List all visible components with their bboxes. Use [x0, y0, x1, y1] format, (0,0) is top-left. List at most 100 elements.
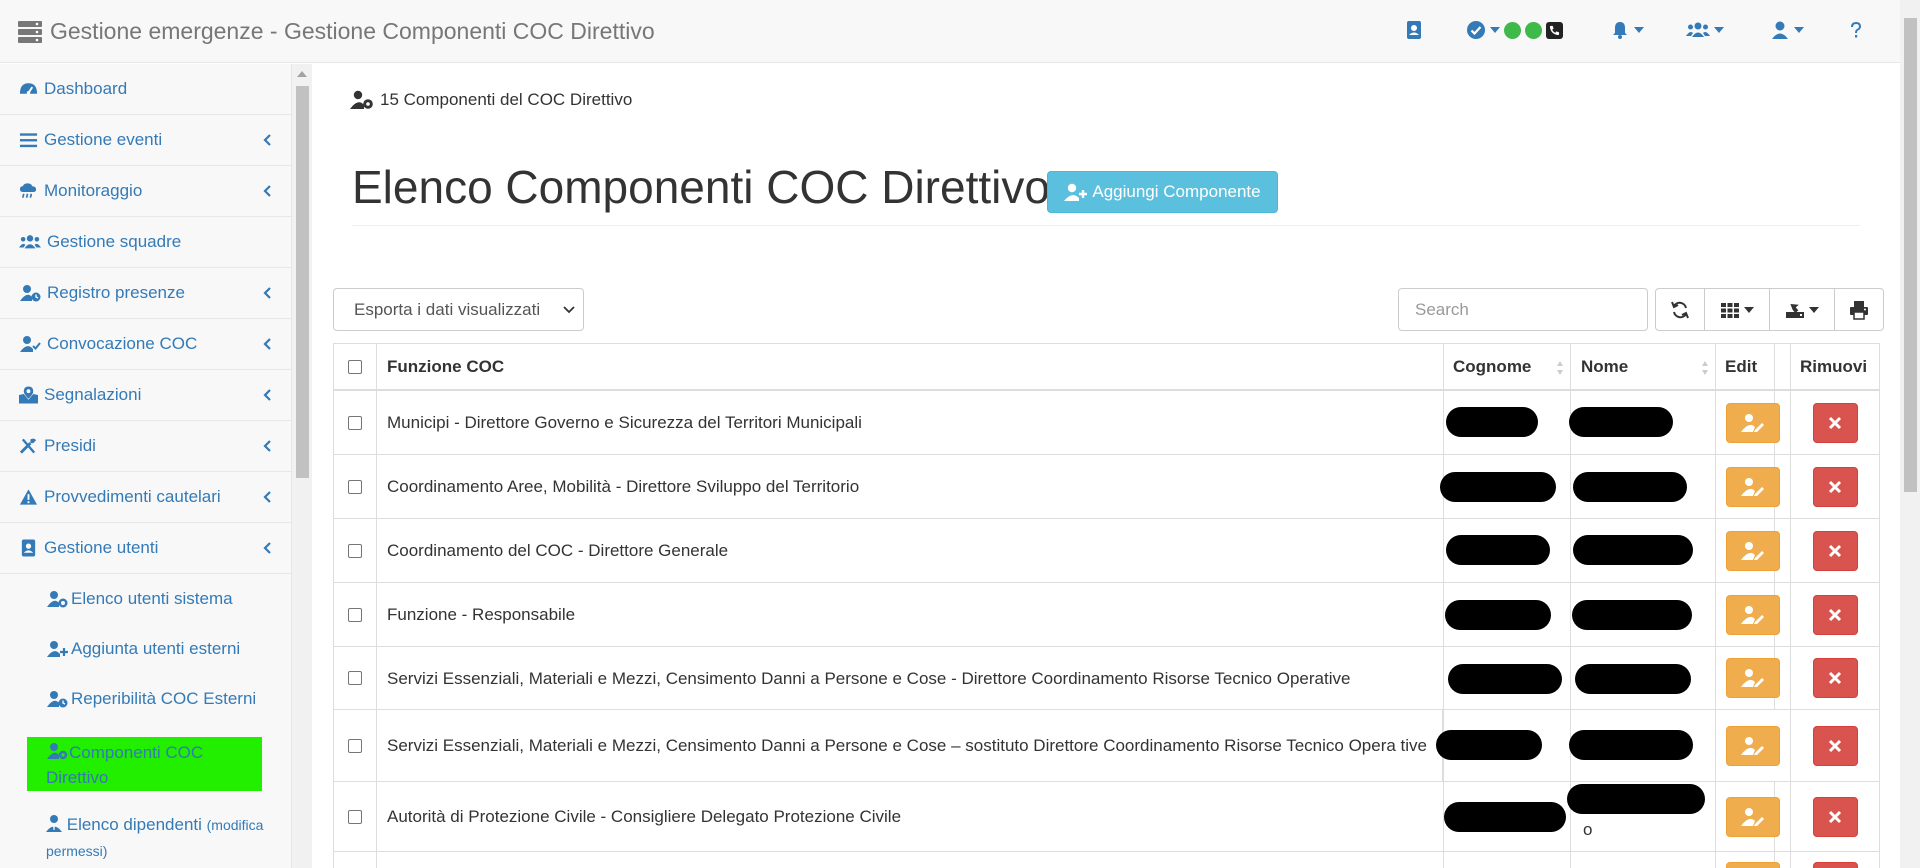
remove-button[interactable] [1812, 658, 1858, 698]
edit-button[interactable] [1726, 402, 1780, 443]
check-circle-icon [1467, 21, 1485, 39]
export-button[interactable] [1769, 288, 1835, 331]
edit-button[interactable] [1726, 530, 1780, 571]
header-nome[interactable]: Nome [1571, 344, 1716, 389]
sidebar-item-convocazione-coc[interactable]: Convocazione COC [0, 319, 292, 370]
select-all-checkbox[interactable] [348, 359, 362, 374]
table-row: Autorità di Protezione Civile - Consigli… [334, 782, 1879, 852]
user-edit-icon [1741, 477, 1764, 496]
row-checkbox-cell [334, 647, 377, 709]
scrollbar-thumb[interactable] [296, 86, 309, 478]
columns-toggle-button[interactable] [1704, 288, 1770, 331]
add-component-button[interactable]: Aggiungi Componente [1047, 171, 1278, 213]
breadcrumb-text: 15 Componenti del COC Direttivo [380, 90, 633, 109]
edit-cell [1716, 852, 1791, 868]
row-checkbox[interactable] [348, 415, 362, 430]
sidebar-scrollbar[interactable] [292, 64, 312, 868]
user-plus-icon [1064, 183, 1088, 201]
warning-icon [19, 489, 38, 505]
page-scrollbar[interactable] [1900, 0, 1920, 868]
header-cognome[interactable]: Cognome [1443, 344, 1571, 389]
chevron-left-icon [263, 185, 271, 197]
active-label-line1: Componenti COC [69, 743, 204, 762]
funzione-role: - Direttore Generale [573, 541, 729, 560]
status-dropdown[interactable] [1466, 20, 1563, 40]
remove-button[interactable] [1812, 402, 1858, 443]
remove-button[interactable] [1812, 862, 1858, 868]
scroll-up-arrow-icon[interactable] [297, 71, 307, 77]
nome-cell: o [1567, 782, 1716, 851]
redacted-nome [1569, 730, 1693, 760]
edit-button[interactable] [1726, 658, 1780, 698]
status-dot-icon [1504, 21, 1521, 39]
export-select[interactable]: Esporta i dati visualizzati [333, 288, 584, 331]
row-checkbox-cell [334, 782, 377, 851]
row-checkbox[interactable] [348, 543, 362, 558]
sidebar-subitem-reperibilita-coc-esterni[interactable]: Reperibilità COC Esterni [0, 674, 292, 724]
user-dropdown[interactable] [1770, 20, 1804, 40]
row-checkbox[interactable] [348, 479, 362, 494]
app-brand[interactable]: Gestione emergenze - Gestione Componenti… [18, 18, 655, 45]
tools-icon [19, 438, 37, 454]
remove-button[interactable] [1812, 796, 1858, 837]
sidebar-item-registro-presenze[interactable]: Registro presenze [0, 268, 292, 319]
close-icon [1828, 671, 1842, 685]
chevron-left-icon [263, 338, 271, 350]
chevron-down-icon [1634, 27, 1644, 33]
sidebar-item-label: Gestione squadre [47, 232, 182, 251]
chevron-down-icon [1744, 306, 1754, 313]
remove-cell [1791, 647, 1879, 709]
row-checkbox[interactable] [348, 738, 362, 753]
remove-button[interactable] [1812, 725, 1858, 766]
users-icon [1686, 22, 1710, 37]
sidebar-item-dashboard[interactable]: Dashboard [0, 64, 292, 115]
sidebar-subitem-aggiunta-utenti-esterni[interactable]: Aggiunta utenti esterni [0, 624, 292, 674]
teams-dropdown[interactable] [1686, 20, 1724, 40]
edit-button[interactable] [1726, 862, 1780, 868]
sidebar-subitem-elenco-dipendenti[interactable]: Elenco dipendenti (modifica permessi) [46, 812, 276, 864]
sidebar-subitem-componenti-coc-direttivo[interactable]: Componenti COC Direttivo [27, 737, 262, 791]
funzione-role: - Direttore Sviluppo del Territorio [610, 477, 860, 496]
table-row: Servizi Essenziali, Materiali e Mezzi, C… [334, 647, 1879, 710]
sidebar-item-presidi[interactable]: Presidi [0, 421, 292, 472]
sidebar-item-gestione-eventi[interactable]: Gestione eventi [0, 115, 292, 166]
chevron-left-icon [263, 287, 271, 299]
refresh-button[interactable] [1655, 288, 1705, 331]
redacted-cognome [1436, 730, 1542, 760]
edit-button[interactable] [1726, 594, 1780, 635]
row-checkbox[interactable] [348, 607, 362, 622]
edit-button[interactable] [1726, 466, 1780, 507]
notifications-dropdown[interactable] [1610, 20, 1644, 40]
edit-button[interactable] [1726, 725, 1780, 766]
remove-button[interactable] [1812, 530, 1858, 571]
edit-button[interactable] [1726, 796, 1780, 837]
sidebar-item-gestione-squadre[interactable]: Gestione squadre [0, 217, 292, 268]
sidebar-item-label: Registro presenze [47, 283, 185, 302]
remove-button[interactable] [1812, 594, 1858, 635]
sidebar-item-provvedimenti-cautelari[interactable]: Provvedimenti cautelari [0, 472, 292, 523]
table-header-row: Funzione COC Cognome Nome Edit Rimuovi [334, 344, 1879, 391]
chevron-down-icon [1794, 27, 1804, 33]
row-checkbox[interactable] [348, 671, 362, 685]
sidebar-item-segnalazioni[interactable]: Segnalazioni [0, 370, 292, 421]
sidebar-item-gestione-utenti[interactable]: Gestione utenti [0, 523, 292, 574]
scrollbar-thumb[interactable] [1904, 18, 1917, 492]
funzione-name: Coordinamento Aree, Mobilità [387, 477, 611, 496]
row-checkbox-cell [334, 391, 377, 454]
contacts-button[interactable] [1404, 20, 1424, 40]
user-clock-icon [47, 591, 68, 608]
user-edit-icon [1741, 807, 1764, 826]
sidebar-item-monitoraggio[interactable]: Monitoraggio [0, 166, 292, 217]
sidebar-subitem-elenco-utenti-sistema[interactable]: Elenco utenti sistema [0, 574, 292, 624]
search-input[interactable] [1398, 288, 1648, 331]
help-button[interactable] [1846, 20, 1866, 40]
remove-button[interactable] [1812, 466, 1858, 507]
table-row: Funzione - Responsabile [334, 583, 1879, 647]
header-edit: Edit [1716, 344, 1791, 389]
close-icon [1828, 608, 1842, 621]
sidebar-item-label: Provvedimenti cautelari [44, 487, 221, 506]
address-book-icon [1407, 21, 1421, 39]
print-button[interactable] [1834, 288, 1884, 331]
cognome-cell [1443, 852, 1571, 868]
row-checkbox[interactable] [348, 809, 362, 824]
